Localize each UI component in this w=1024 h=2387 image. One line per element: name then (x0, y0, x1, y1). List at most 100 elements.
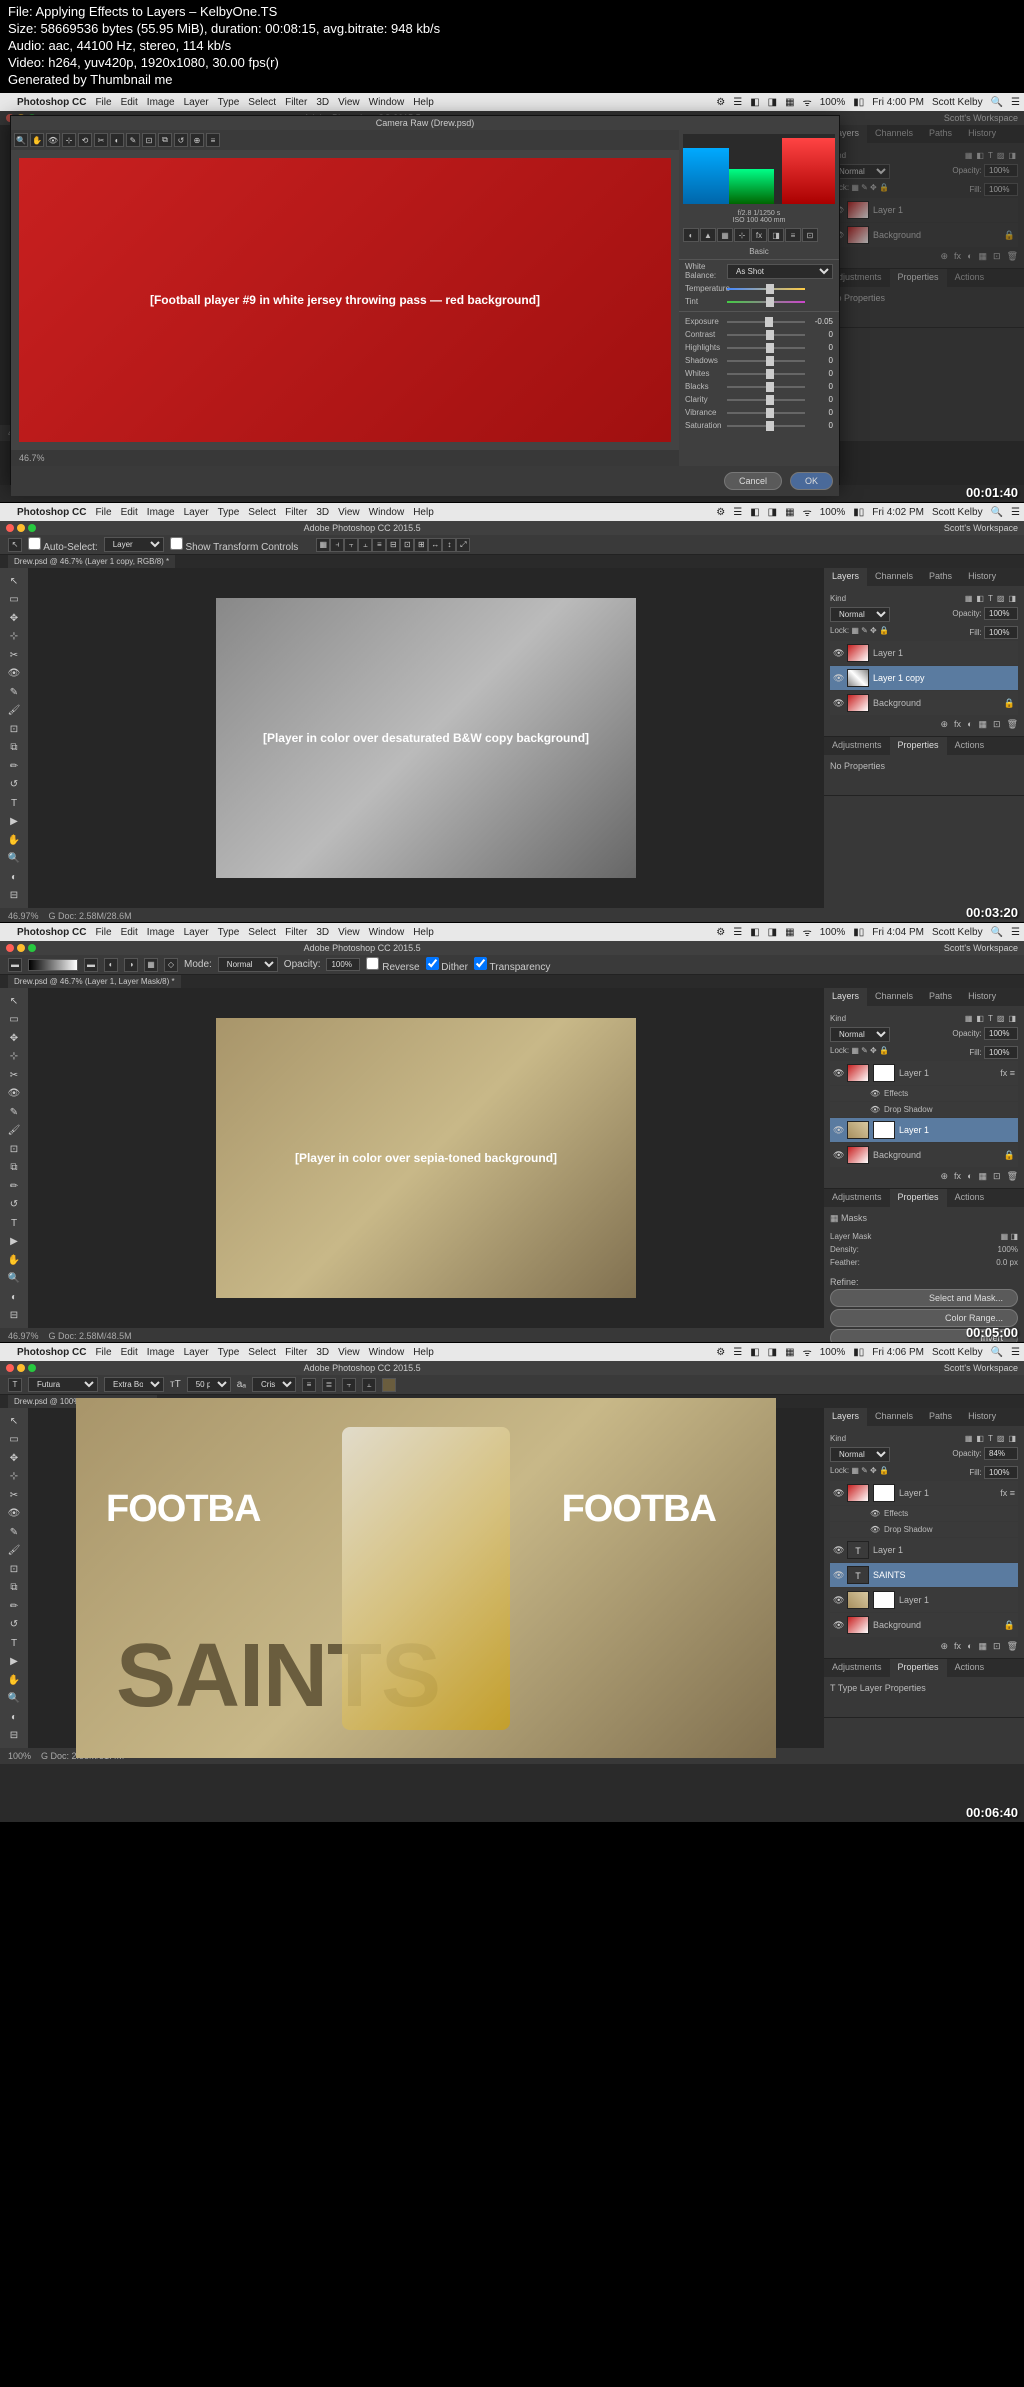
layer-action-icon[interactable]: ⊡ (993, 251, 1001, 262)
layer-row[interactable]: 👁 Layer 1 fx ≡ (830, 1061, 1018, 1085)
workspace-label[interactable]: Scott's Workspace (944, 943, 1018, 953)
fill-input[interactable] (984, 626, 1018, 639)
filter-icon[interactable]: ▨ (997, 1014, 1005, 1023)
autoselect-check[interactable]: Auto-Select: (28, 537, 98, 553)
status-icon[interactable]: ☰ (733, 1347, 742, 1358)
status-icon[interactable]: ◨ (768, 927, 777, 938)
filter-icon[interactable]: ▦ (965, 1434, 973, 1443)
filter-icon[interactable]: ◧ (976, 1014, 984, 1023)
panel-tab-paths[interactable]: Paths (921, 125, 960, 143)
mask-thumb[interactable] (873, 1484, 895, 1502)
layer-row[interactable]: 👁 Background 🔒 (830, 691, 1018, 715)
layer-action-icon[interactable]: ⊡ (993, 1171, 1001, 1182)
tool-button[interactable]: ↺ (4, 1196, 24, 1214)
layer-action-icon[interactable]: ⊕ (941, 719, 949, 730)
font-style[interactable]: Extra Bold (104, 1377, 164, 1392)
tool-button[interactable]: ✏ (4, 1177, 24, 1195)
tool-button[interactable]: ▭ (4, 1011, 24, 1029)
workspace-label[interactable]: Scott's Workspace (944, 113, 1018, 123)
tool-button[interactable]: ⧉ (4, 739, 24, 757)
cr-tool-icon[interactable]: ✎ (126, 133, 140, 147)
tool-button[interactable]: 👁 (4, 1505, 24, 1523)
menu-edit[interactable]: Edit (121, 1347, 138, 1358)
wb-select[interactable]: As Shot (727, 264, 833, 279)
search-icon[interactable]: 🔍 (991, 1347, 1003, 1358)
text-color[interactable] (382, 1378, 396, 1392)
document-tab[interactable]: Drew.psd @ 46.7% (Layer 1, Layer Mask/8)… (8, 975, 181, 988)
cr-tool-icon[interactable]: ✂ (94, 133, 108, 147)
menu-view[interactable]: View (338, 927, 360, 938)
search-icon[interactable]: 🔍 (991, 507, 1003, 518)
visibility-icon[interactable]: 👁 (833, 673, 843, 684)
canvas-area[interactable]: FOOTBA FOOTBA SAINTS (28, 1408, 824, 1748)
tool-preset-icon[interactable]: ↖ (8, 538, 22, 552)
layer-action-icon[interactable]: ▦ (979, 1171, 988, 1182)
status-icon[interactable]: ☰ (733, 97, 742, 108)
menu-filter[interactable]: Filter (285, 1347, 307, 1358)
minimize-icon[interactable] (17, 944, 25, 952)
cr-tab-icon[interactable]: ⊡ (802, 228, 818, 242)
layer-action-icon[interactable]: 🗑 (1007, 1641, 1018, 1652)
opacity-input[interactable] (984, 1447, 1018, 1460)
layer-thumb[interactable] (847, 1121, 869, 1139)
filter-icon[interactable]: ◨ (1008, 151, 1016, 160)
panel-tab-actions[interactable]: Actions (947, 737, 993, 755)
tool-button[interactable]: T (4, 794, 24, 812)
tool-button[interactable]: ▭ (4, 1431, 24, 1449)
panel-tab-actions[interactable]: Actions (947, 269, 993, 287)
tool-button[interactable]: ↺ (4, 1616, 24, 1634)
text-align-icon[interactable]: ⫠ (362, 1378, 376, 1392)
layer-thumb[interactable]: T (847, 1541, 869, 1559)
filter-icon[interactable]: ▨ (997, 151, 1005, 160)
app-name[interactable]: Photoshop CC (17, 927, 86, 938)
menu-window[interactable]: Window (369, 927, 405, 938)
status-icon[interactable]: ⚙ (716, 97, 725, 108)
mask-thumb[interactable] (873, 1064, 895, 1082)
align-icon[interactable]: ↕ (442, 538, 456, 552)
panel-tab-channels[interactable]: Channels (867, 125, 921, 143)
feather-value[interactable]: 0.0 px (996, 1258, 1018, 1267)
menu-3d[interactable]: 3D (316, 507, 329, 518)
status-icon[interactable]: ⚙ (716, 1347, 725, 1358)
notification-icon[interactable]: ☰ (1011, 1347, 1020, 1358)
menu-select[interactable]: Select (248, 927, 276, 938)
cr-tab-icon[interactable]: ▦ (717, 228, 733, 242)
menu-file[interactable]: File (95, 1347, 111, 1358)
menu-file[interactable]: File (95, 507, 111, 518)
tool-button[interactable]: 🔍 (4, 850, 24, 868)
maximize-icon[interactable] (28, 524, 36, 532)
layer-thumb[interactable] (847, 669, 869, 687)
cr-slider-whites[interactable]: Whites0 (679, 367, 839, 380)
panel-tab-properties[interactable]: Properties (890, 1189, 947, 1207)
menu-3d[interactable]: 3D (316, 1347, 329, 1358)
tool-button[interactable]: ✂ (4, 1066, 24, 1084)
cr-tab-icon[interactable]: ⊹ (734, 228, 750, 242)
close-icon[interactable] (6, 944, 14, 952)
align-icon[interactable]: ▦ (316, 538, 330, 552)
layer-effect[interactable]: 👁Effects (830, 1506, 1018, 1521)
wifi-icon[interactable]: ᯤ (803, 925, 812, 939)
cr-tool-icon[interactable]: ⟲ (78, 133, 92, 147)
filter-icon[interactable]: ▨ (997, 1434, 1005, 1443)
visibility-icon[interactable]: 👁 (833, 1570, 843, 1581)
visibility-icon[interactable]: 👁 (833, 1545, 843, 1556)
layer-thumb[interactable] (847, 1484, 869, 1502)
tool-button[interactable]: ✎ (4, 1103, 24, 1121)
panel-tab-properties[interactable]: Properties (890, 269, 947, 287)
cr-slider-shadows[interactable]: Shadows0 (679, 354, 839, 367)
align-icon[interactable]: ⫠ (358, 538, 372, 552)
search-icon[interactable]: 🔍 (991, 927, 1003, 938)
layer-action-icon[interactable]: ◐ (967, 1171, 972, 1182)
menu-layer[interactable]: Layer (184, 927, 209, 938)
cr-tab-icon[interactable]: ◨ (768, 228, 784, 242)
panel-tab-layers[interactable]: Layers (824, 568, 867, 586)
layer-action-icon[interactable]: 🗑 (1007, 1171, 1018, 1182)
layer-action-icon[interactable]: fx (954, 1171, 961, 1182)
status-icon[interactable]: ▦ (785, 507, 794, 518)
battery-icon[interactable]: ▮▯ (853, 507, 864, 518)
panel-tab-history[interactable]: History (960, 568, 1004, 586)
visibility-icon[interactable]: 👁 (833, 1620, 843, 1631)
tool-button[interactable]: T (4, 1214, 24, 1232)
battery-icon[interactable]: ▮▯ (853, 927, 864, 938)
panel-tab-adjustments[interactable]: Adjustments (824, 737, 890, 755)
